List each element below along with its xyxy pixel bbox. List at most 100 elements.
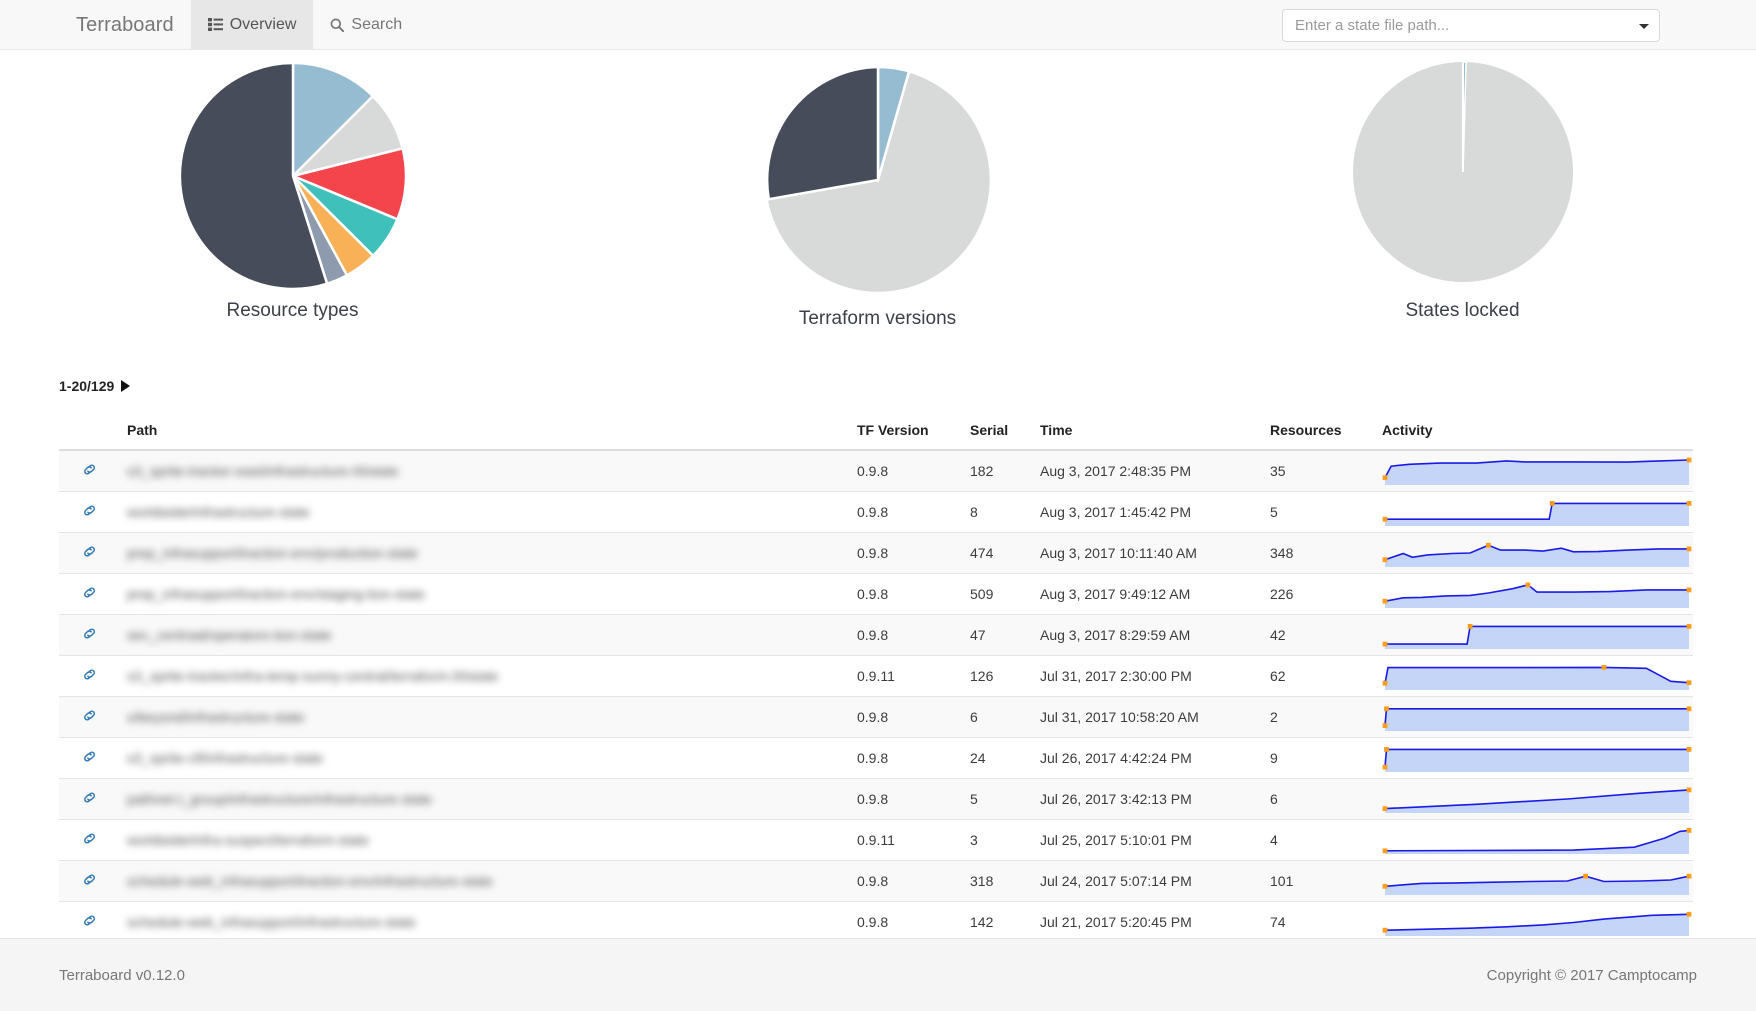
- col-header-time[interactable]: Time: [1032, 414, 1262, 451]
- table-row[interactable]: s/beyond/infrastructure-state 0.9.8 6 Jul 3…: [59, 696, 1693, 738]
- link-icon[interactable]: [82, 872, 97, 887]
- top-navbar: Terraboard Overview Search Enter a state…: [0, 0, 1756, 50]
- row-activity-sparkline[interactable]: [1374, 901, 1693, 938]
- col-header-serial[interactable]: Serial: [962, 414, 1032, 451]
- state-path-link[interactable]: worldwide/infra-suspect/terraform-state: [127, 832, 369, 848]
- row-path-cell: schedule-web_infrasupport/traction-env/i…: [119, 860, 849, 902]
- chart-terraform-versions: Terraform versions: [585, 50, 1170, 380]
- state-path-link[interactable]: s3_sprite-tracker/infra-temp-sunny-centr…: [127, 668, 498, 684]
- row-time: Jul 31, 2017 10:58:20 AM: [1032, 696, 1262, 738]
- table-row[interactable]: prep_infrasupport/traction-env/staging-t…: [59, 573, 1693, 615]
- row-time: Jul 24, 2017 5:07:14 PM: [1032, 860, 1262, 902]
- chart-label-states-locked: States locked: [1405, 300, 1520, 321]
- row-activity-sparkline[interactable]: [1374, 860, 1693, 902]
- state-path-link[interactable]: s3_sprite-tracker-east/infrastructure-00…: [127, 463, 399, 479]
- state-path-link[interactable]: sec_centraal/operators-tion-state: [127, 627, 332, 643]
- row-activity-sparkline[interactable]: [1374, 532, 1693, 574]
- nav-links: Overview Search: [190, 0, 419, 49]
- row-serial: 474: [962, 532, 1032, 574]
- row-tf-version: 0.9.11: [849, 655, 962, 697]
- table-row[interactable]: s3_sprite-cfl/infrastructure-state 0.9.8 2…: [59, 737, 1693, 779]
- row-activity-sparkline[interactable]: [1374, 737, 1693, 779]
- state-path-link[interactable]: worldwide/infrastructure-state: [127, 504, 310, 520]
- link-icon[interactable]: [82, 585, 97, 600]
- row-activity-sparkline[interactable]: [1374, 696, 1693, 738]
- row-activity-sparkline[interactable]: [1374, 819, 1693, 861]
- row-tf-version: 0.9.8: [849, 860, 962, 902]
- row-resources: 348: [1262, 532, 1374, 574]
- nav-item-search[interactable]: Search: [313, 0, 419, 49]
- states-table-header-row: Path TF Version Serial Time Resources Ac…: [59, 414, 1693, 451]
- link-icon[interactable]: [82, 790, 97, 805]
- row-time: Jul 21, 2017 5:20:45 PM: [1032, 901, 1262, 938]
- link-icon[interactable]: [82, 913, 97, 928]
- col-header-path[interactable]: Path: [119, 414, 849, 451]
- state-path-link[interactable]: prep_infrasupport/traction-env/staging-t…: [127, 586, 425, 602]
- col-header-activity[interactable]: Activity: [1374, 414, 1693, 451]
- link-icon[interactable]: [82, 831, 97, 846]
- row-lock-cell: [59, 655, 119, 697]
- states-table-body: s3_sprite-tracker-east/infrastructure-00…: [59, 449, 1693, 938]
- row-resources: 6: [1262, 778, 1374, 820]
- state-path-link[interactable]: prep_infrasupport/traction-env/productio…: [127, 545, 418, 561]
- row-serial: 318: [962, 860, 1032, 902]
- state-path-link[interactable]: schedule-web_infrasupport/infrastructure…: [127, 914, 416, 930]
- table-row[interactable]: schedule-web_infrasupport/infrastructure…: [59, 901, 1693, 938]
- row-lock-cell: [59, 491, 119, 533]
- row-tf-version: 0.9.11: [849, 819, 962, 861]
- col-header-lock[interactable]: [59, 414, 119, 451]
- row-lock-cell: [59, 573, 119, 615]
- row-tf-version: 0.9.8: [849, 614, 962, 656]
- row-activity-sparkline[interactable]: [1374, 573, 1693, 615]
- row-tf-version: 0.9.8: [849, 449, 962, 492]
- link-icon[interactable]: [82, 544, 97, 559]
- row-path-cell: pathnet-t_group/infrastructure/infrastru…: [119, 778, 849, 820]
- link-icon[interactable]: [82, 462, 97, 477]
- state-path-input[interactable]: [1295, 17, 1631, 34]
- state-path-link[interactable]: pathnet-t_group/infrastructure/infrastru…: [127, 791, 432, 807]
- table-row[interactable]: worldwide/infrastructure-state 0.9.8 8 Aug …: [59, 491, 1693, 533]
- row-resources: 2: [1262, 696, 1374, 738]
- table-row[interactable]: worldwide/infra-suspect/terraform-state 0…: [59, 819, 1693, 861]
- table-row[interactable]: pathnet-t_group/infrastructure/infrastru…: [59, 778, 1693, 820]
- states-locked-pie[interactable]: [1341, 50, 1585, 298]
- row-lock-cell: [59, 860, 119, 902]
- row-resources: 226: [1262, 573, 1374, 615]
- link-icon[interactable]: [82, 667, 97, 682]
- row-lock-cell: [59, 696, 119, 738]
- row-resources: 42: [1262, 614, 1374, 656]
- state-path-link[interactable]: s/beyond/infrastructure-state: [127, 709, 304, 725]
- next-page-button[interactable]: [121, 380, 131, 392]
- row-serial: 6: [962, 696, 1032, 738]
- search-icon: [330, 18, 345, 32]
- row-activity-sparkline[interactable]: [1374, 614, 1693, 656]
- link-icon[interactable]: [82, 626, 97, 641]
- row-activity-sparkline[interactable]: [1374, 778, 1693, 820]
- pagination: 1-20/129: [59, 372, 1756, 400]
- row-path-cell: s3_sprite-tracker-east/infrastructure-00…: [119, 449, 849, 492]
- chevron-down-icon[interactable]: [1639, 23, 1649, 29]
- nav-item-overview[interactable]: Overview: [190, 0, 314, 49]
- link-icon[interactable]: [82, 749, 97, 764]
- resource-types-pie[interactable]: [163, 50, 423, 298]
- row-activity-sparkline[interactable]: [1374, 655, 1693, 697]
- table-row[interactable]: prep_infrasupport/traction-env/productio…: [59, 532, 1693, 574]
- row-activity-sparkline[interactable]: [1374, 491, 1693, 533]
- table-row[interactable]: sec_centraal/operators-tion-state 0.9.8 47…: [59, 614, 1693, 656]
- link-icon[interactable]: [82, 503, 97, 518]
- state-path-link[interactable]: s3_sprite-cfl/infrastructure-state: [127, 750, 323, 766]
- row-resources: 5: [1262, 491, 1374, 533]
- table-row[interactable]: s3_sprite-tracker-east/infrastructure-00…: [59, 449, 1693, 492]
- table-row[interactable]: s3_sprite-tracker/infra-temp-sunny-centr…: [59, 655, 1693, 697]
- row-tf-version: 0.9.8: [849, 737, 962, 779]
- brand-terraboard[interactable]: Terraboard: [59, 0, 191, 49]
- chart-states-locked: States locked: [1170, 50, 1755, 380]
- table-row[interactable]: schedule-web_infrasupport/traction-env/i…: [59, 860, 1693, 902]
- state-path-search-box[interactable]: [1282, 9, 1660, 42]
- row-activity-sparkline[interactable]: [1374, 449, 1693, 492]
- col-header-tf-version[interactable]: TF Version: [849, 414, 962, 451]
- link-icon[interactable]: [82, 708, 97, 723]
- terraform-versions-pie[interactable]: [748, 50, 1008, 306]
- col-header-resources[interactable]: Resources: [1262, 414, 1374, 451]
- state-path-link[interactable]: schedule-web_infrasupport/traction-env/i…: [127, 873, 493, 889]
